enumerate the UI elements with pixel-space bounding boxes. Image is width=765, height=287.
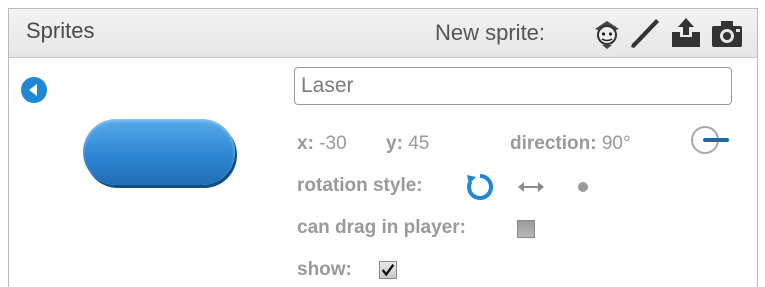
camera-icon[interactable] [709,15,745,51]
left-right-icon[interactable] [517,179,545,195]
show-checkbox[interactable] [379,261,397,279]
back-button[interactable] [21,77,47,103]
sprite-info-panel: Sprites New sprite: Laser x: -30 y: 45 d… [8,8,758,287]
x-position: x: -30 [297,133,347,155]
y-value: 45 [408,133,430,154]
rotate-all-around-icon[interactable] [465,172,495,202]
new-sprite-label: New sprite: [435,20,546,45]
direction-label: direction: [510,133,597,154]
can-drag-checkbox[interactable] [517,220,535,238]
direction-value: 90° [601,133,631,154]
show-label: show: [297,259,352,280]
checkmark-icon [381,263,395,277]
direction: direction: 90° [510,133,631,155]
direction-dial-icon[interactable] [689,123,729,157]
y-position: y: 45 [386,133,429,155]
sprite-library-icon[interactable] [589,15,625,51]
rotation-style-label: rotation style: [297,175,423,196]
back-arrow-icon [29,84,37,96]
x-label: x: [297,133,314,154]
sprite-name-input[interactable] [294,67,732,105]
x-value: -30 [319,133,347,154]
y-label: y: [386,133,403,154]
sprite-thumbnail [83,119,235,185]
panel-title: Sprites [26,18,95,43]
can-drag-label: can drag in player: [297,217,466,238]
sprites-header: Sprites New sprite: [9,9,757,58]
dont-rotate-icon[interactable] [576,180,590,194]
upload-icon[interactable] [668,15,704,51]
paint-brush-icon[interactable] [627,15,663,51]
